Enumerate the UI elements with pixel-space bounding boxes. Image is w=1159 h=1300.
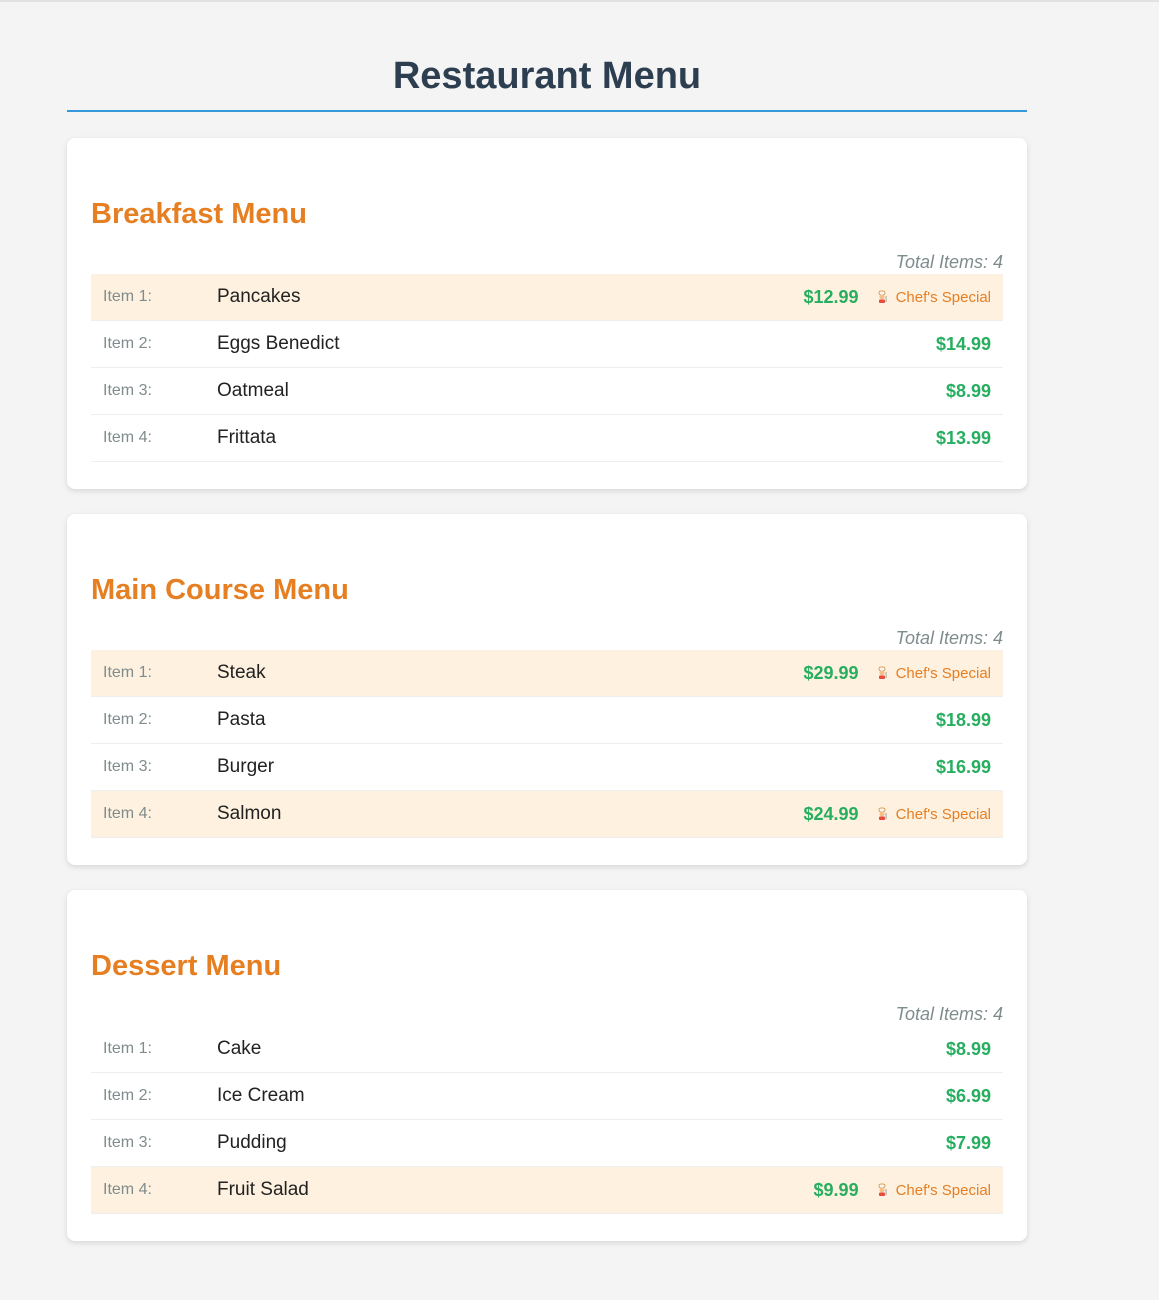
menu-item-row: Item 3: Burger $16.99 [91, 744, 1003, 791]
item-price: $8.99 [945, 380, 991, 401]
item-price: $14.99 [935, 333, 991, 354]
menu-item-row: Item 3: Pudding $7.99 [91, 1120, 1003, 1167]
item-name: Eggs Benedict [217, 333, 340, 354]
item-name: Fruit Salad [217, 1179, 309, 1200]
chefs-special-badge: Chef's Special [875, 806, 991, 823]
item-name: Frittata [217, 427, 277, 448]
item-index: Item 4: [103, 429, 152, 446]
item-price: $8.99 [945, 1038, 991, 1059]
item-name: Steak [217, 662, 266, 683]
chefs-special-label: Chef's Special [895, 288, 991, 306]
item-name: Pasta [217, 709, 266, 730]
chefs-special-badge: Chef's Special [875, 665, 991, 682]
chefs-special-label: Chef's Special [895, 805, 991, 823]
item-list: Item 1: Pancakes $12.99 Chef's Special Item … [91, 274, 1003, 462]
item-price: $16.99 [935, 756, 991, 777]
menu-item-row: Item 4: Salmon $24.99 Chef's Special [91, 791, 1003, 838]
menu-heading: Dessert Menu [91, 950, 282, 982]
menu-sections: Breakfast Menu Total Items: 4 Item 1: Panca… [67, 138, 1027, 1241]
item-price: $24.99 [803, 803, 859, 824]
item-index: Item 1: [103, 664, 152, 681]
chef-icon [875, 290, 889, 304]
menu-heading: Main Course Menu [91, 574, 349, 606]
item-price: $6.99 [945, 1085, 991, 1106]
item-price: $13.99 [935, 427, 991, 448]
item-price: $12.99 [803, 286, 859, 307]
item-price: $9.99 [813, 1179, 859, 1200]
item-index: Item 1: [103, 1040, 152, 1057]
menu-card: Breakfast Menu Total Items: 4 Item 1: Panca… [67, 138, 1027, 489]
menu-card: Dessert Menu Total Items: 4 Item 1: Cake $8.… [67, 890, 1027, 1241]
item-name: Cake [217, 1038, 262, 1059]
item-index: Item 2: [103, 711, 152, 728]
item-index: Item 1: [103, 288, 152, 305]
menu-item-row: Item 1: Steak $29.99 Chef's Special [91, 650, 1003, 697]
menu-item-row: Item 1: Pancakes $12.99 Chef's Special [91, 274, 1003, 321]
item-index: Item 2: [103, 1087, 152, 1104]
chefs-special-label: Chef's Special [895, 664, 991, 682]
item-index: Item 3: [103, 382, 152, 399]
chefs-special-badge: Chef's Special [875, 289, 991, 306]
item-index: Item 3: [103, 1134, 152, 1151]
item-list: Item 1: Steak $29.99 Chef's Special Item 2: P… [91, 650, 1003, 838]
item-list: Item 1: Cake $8.99 Item 2: Ice Cream $6.99 Ite… [91, 1026, 1003, 1214]
item-index: Item 2: [103, 335, 152, 352]
menu-container: Restaurant Menu Breakfast Menu Total Item… [67, 2, 1027, 1241]
item-price: $18.99 [935, 709, 991, 730]
menu-item-row: Item 3: Oatmeal $8.99 [91, 368, 1003, 415]
page-title: Restaurant Menu [67, 2, 1027, 112]
item-index: Item 4: [103, 805, 152, 822]
item-name: Oatmeal [217, 380, 289, 401]
menu-card: Main Course Menu Total Items: 4 Item 1: Ste… [67, 514, 1027, 865]
menu-heading: Breakfast Menu [91, 198, 307, 230]
chef-icon [875, 1183, 889, 1197]
menu-item-row: Item 2: Ice Cream $6.99 [91, 1073, 1003, 1120]
item-index: Item 3: [103, 758, 152, 775]
total-items: Total Items: 4 [895, 252, 1003, 272]
menu-item-row: Item 1: Cake $8.99 [91, 1026, 1003, 1073]
menu-item-row: Item 4: Fruit Salad $9.99 Chef's Special [91, 1167, 1003, 1214]
menu-item-row: Item 2: Pasta $18.99 [91, 697, 1003, 744]
menu-item-row: Item 2: Eggs Benedict $14.99 [91, 321, 1003, 368]
total-items: Total Items: 4 [895, 1004, 1003, 1024]
item-name: Pancakes [217, 286, 301, 307]
item-name: Burger [217, 756, 275, 777]
menu-item-row: Item 4: Frittata $13.99 [91, 415, 1003, 462]
chefs-special-badge: Chef's Special [875, 1182, 991, 1199]
item-price: $29.99 [803, 662, 859, 683]
chef-icon [875, 807, 889, 821]
item-name: Ice Cream [217, 1085, 305, 1106]
item-price: $7.99 [945, 1132, 991, 1153]
item-name: Pudding [217, 1132, 287, 1153]
item-name: Salmon [217, 803, 282, 824]
chef-icon [875, 666, 889, 680]
total-items: Total Items: 4 [895, 628, 1003, 648]
item-index: Item 4: [103, 1181, 152, 1198]
chefs-special-label: Chef's Special [895, 1181, 991, 1199]
